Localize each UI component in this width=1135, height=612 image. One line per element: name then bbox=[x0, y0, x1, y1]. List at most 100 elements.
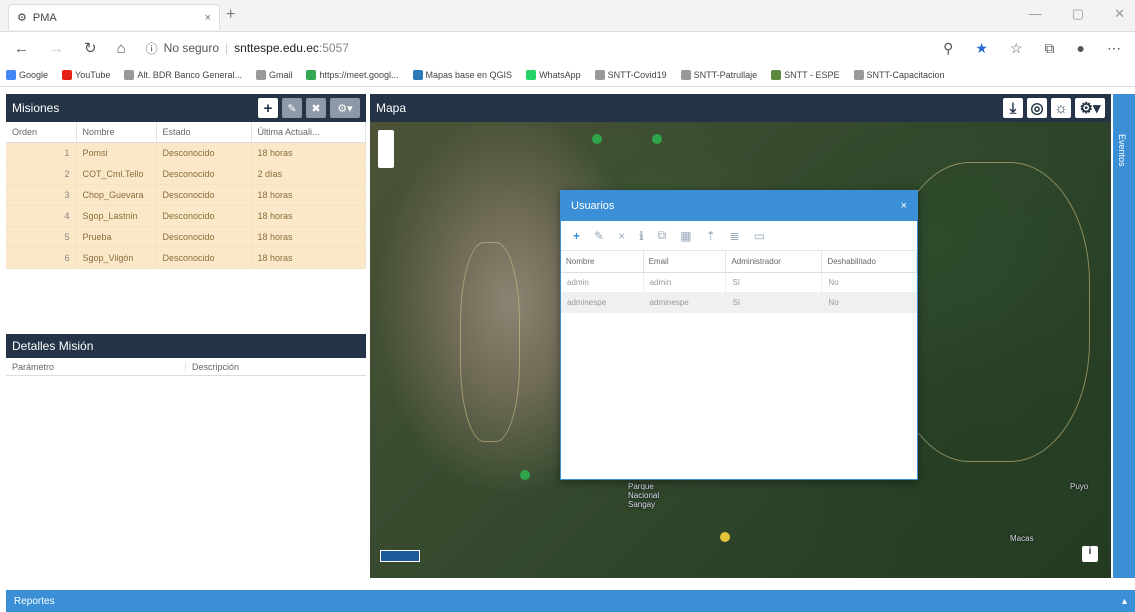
misiones-title: Misiones bbox=[12, 101, 60, 115]
info-user-icon[interactable]: ℹ bbox=[639, 229, 644, 243]
new-tab-button[interactable]: + bbox=[226, 6, 235, 24]
bookmark-icon bbox=[412, 69, 423, 80]
table-row[interactable]: adminespe adminespe Sí No bbox=[561, 292, 917, 313]
sun-icon[interactable]: ☼ bbox=[1051, 98, 1071, 118]
column-header[interactable]: Estado bbox=[156, 122, 252, 143]
column-header[interactable]: Última Actuali... bbox=[251, 122, 366, 143]
bookmark-item[interactable]: SNTT - ESPE bbox=[771, 69, 840, 80]
delete-icon[interactable]: ✖ bbox=[306, 98, 326, 118]
column-header[interactable]: Orden bbox=[6, 122, 77, 143]
table-cell: admin bbox=[561, 272, 644, 293]
map-marker-icon[interactable] bbox=[592, 134, 602, 144]
bookmark-item[interactable]: SNTT-Patrullaje bbox=[680, 69, 757, 80]
edit-icon[interactable]: ✎ bbox=[282, 98, 302, 118]
map-info-icon[interactable]: i bbox=[1082, 546, 1098, 562]
upload-icon[interactable]: ⇡ bbox=[706, 229, 716, 243]
table-cell: 18 horas bbox=[251, 142, 366, 164]
bookmark-item[interactable]: Mapas base en QGIS bbox=[412, 69, 512, 80]
address-row: ← → ↻ ⌂ ⓘ No seguro | snttespe.edu.ec:50… bbox=[0, 33, 1135, 63]
bookmark-item[interactable]: Alt. BDR Banco General... bbox=[124, 69, 242, 80]
home-icon[interactable]: ⌂ bbox=[117, 40, 126, 57]
add-user-icon[interactable]: + bbox=[573, 229, 580, 243]
bookmark-item[interactable]: Gmail bbox=[255, 69, 292, 80]
table-cell: Prueba bbox=[76, 226, 157, 248]
delete-user-icon[interactable]: × bbox=[618, 229, 625, 243]
column-header[interactable]: Administrador bbox=[725, 251, 823, 273]
star-icon[interactable]: ★ bbox=[975, 40, 988, 57]
map-marker-icon[interactable] bbox=[720, 532, 730, 542]
map-marker-icon[interactable] bbox=[520, 470, 530, 480]
column-header[interactable]: Deshabilitado bbox=[821, 251, 917, 273]
table-row[interactable]: 4 Sgop_Lastnin Desconocido 18 horas bbox=[6, 205, 366, 227]
column-header[interactable]: Email bbox=[643, 251, 727, 273]
reportes-bar[interactable]: Reportes ▴ bbox=[6, 590, 1135, 612]
address-bar[interactable]: ⓘ No seguro | snttespe.edu.ec:5057 bbox=[146, 40, 924, 57]
bookmark-item[interactable]: SNTT-Capacitacion bbox=[853, 69, 945, 80]
table-cell: Desconocido bbox=[156, 226, 252, 248]
table-row[interactable]: 5 Prueba Desconocido 18 horas bbox=[6, 226, 366, 248]
misiones-table: Orden Nombre Estado Última Actuali... 1 Poms… bbox=[6, 122, 366, 269]
forward-icon[interactable]: → bbox=[49, 40, 64, 57]
bookmark-item[interactable]: YouTube bbox=[62, 69, 110, 80]
column-header[interactable]: Descripción bbox=[186, 362, 239, 372]
search-icon[interactable]: ⚲ bbox=[943, 40, 953, 57]
chevron-up-icon[interactable]: ▴ bbox=[1122, 596, 1127, 607]
bookmark-item[interactable]: WhatsApp bbox=[526, 69, 581, 80]
bookmark-label: Google bbox=[19, 69, 49, 80]
table-cell: 18 horas bbox=[251, 226, 366, 248]
close-window-button[interactable]: ✕ bbox=[1114, 6, 1125, 22]
table-row[interactable]: 2 COT_Cml.Tello Desconocido 2 días bbox=[6, 163, 366, 185]
bookmarks-bar: Google YouTube Alt. BDR Banco General... Gm… bbox=[0, 63, 1135, 87]
download-icon[interactable]: ⤓ bbox=[1003, 98, 1023, 118]
grid-icon[interactable]: ▦ bbox=[680, 229, 691, 243]
table-cell: 2 días bbox=[251, 163, 366, 185]
table-cell: Desconocido bbox=[156, 205, 252, 227]
profile-avatar[interactable]: ● bbox=[1077, 40, 1085, 57]
zoom-control[interactable] bbox=[378, 130, 394, 168]
info-icon: ⓘ bbox=[145, 41, 158, 56]
table-row[interactable]: 6 Sgop_Vilgón Desconocido 18 horas bbox=[6, 247, 366, 269]
browser-actions: ⚲ ★ ☆ ⧉ ● ⋯ bbox=[943, 40, 1121, 57]
browser-tab[interactable]: ⚙ PMA × bbox=[8, 4, 220, 30]
favorites-icon[interactable]: ☆ bbox=[1010, 40, 1023, 57]
reload-icon[interactable]: ↻ bbox=[84, 39, 97, 57]
table-cell: adminespe bbox=[643, 292, 727, 313]
table-icon[interactable]: ▭ bbox=[754, 229, 765, 243]
settings-dropdown-icon[interactable]: ⚙▾ bbox=[330, 98, 360, 118]
river-line bbox=[890, 162, 1090, 462]
usuarios-dialog: Usuarios × + ✎ × ℹ ⧉ ▦ ⇡ ≣ ▭ Nombre Email… bbox=[560, 190, 918, 480]
column-header[interactable]: Parámetro bbox=[6, 361, 186, 372]
table-row[interactable]: admin admin Sí No bbox=[561, 272, 917, 293]
edit-user-icon[interactable]: ✎ bbox=[594, 229, 604, 243]
list-icon[interactable]: ≣ bbox=[730, 229, 740, 243]
column-header[interactable]: Nombre bbox=[76, 122, 157, 143]
dialog-close-icon[interactable]: × bbox=[901, 200, 907, 212]
maximize-button[interactable]: ▢ bbox=[1072, 6, 1084, 22]
bookmark-label: SNTT - ESPE bbox=[784, 69, 840, 80]
table-row[interactable]: 1 Pomsi Desconocido 18 horas bbox=[6, 142, 366, 164]
bookmark-item[interactable]: https://meet.googl... bbox=[306, 69, 399, 80]
back-icon[interactable]: ← bbox=[14, 40, 29, 57]
target-icon[interactable]: ◎ bbox=[1027, 98, 1047, 118]
map-settings-icon[interactable]: ⚙▾ bbox=[1075, 98, 1105, 118]
more-icon[interactable]: ⋯ bbox=[1107, 40, 1121, 57]
table-row[interactable]: 3 Chop_Guevara Desconocido 18 horas bbox=[6, 184, 366, 206]
column-header[interactable]: Nombre bbox=[561, 251, 644, 273]
minimize-button[interactable]: — bbox=[1029, 6, 1042, 22]
bookmark-item[interactable]: SNTT-Covid19 bbox=[594, 69, 667, 80]
table-cell: 6 bbox=[6, 247, 77, 269]
bookmark-item[interactable]: Google bbox=[6, 69, 49, 80]
table-cell: Sgop_Lastnin bbox=[76, 205, 157, 227]
tab-title: PMA bbox=[32, 11, 57, 24]
map-marker-icon[interactable] bbox=[652, 134, 662, 144]
usuarios-title: Usuarios bbox=[571, 200, 615, 212]
copy-icon[interactable]: ⧉ bbox=[658, 228, 667, 243]
tab-close-icon[interactable]: × bbox=[205, 12, 211, 24]
reportes-title: Reportes bbox=[14, 595, 55, 607]
events-side-tab[interactable]: Eventos bbox=[1113, 94, 1135, 578]
map-title: Mapa bbox=[376, 101, 407, 115]
events-tab-label: Eventos bbox=[1117, 134, 1127, 167]
table-cell: Desconocido bbox=[156, 184, 252, 206]
collections-icon[interactable]: ⧉ bbox=[1045, 40, 1055, 57]
add-mission-button[interactable]: + bbox=[258, 98, 278, 118]
